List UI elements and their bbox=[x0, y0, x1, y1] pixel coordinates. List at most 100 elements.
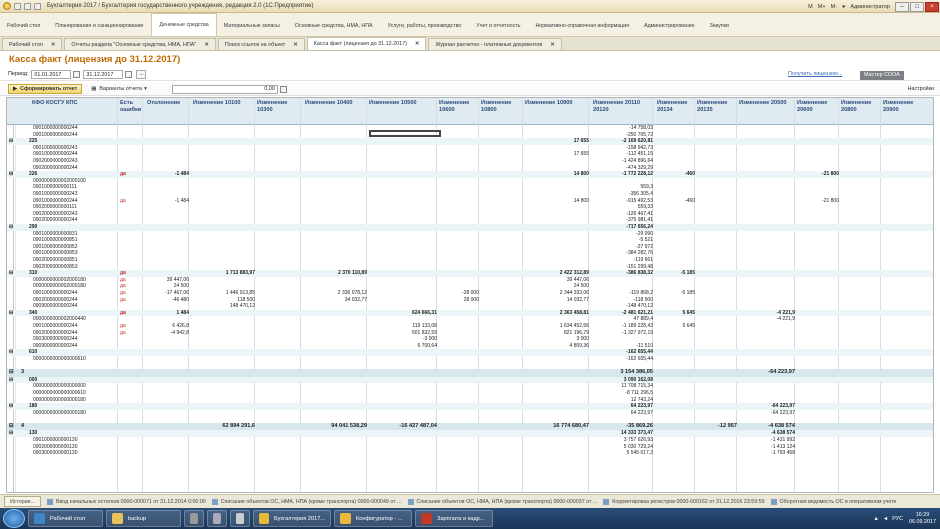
close-tab-icon[interactable]: ✕ bbox=[51, 42, 56, 48]
tab-cash-fact[interactable]: Касса факт (лицензия до 31.12.2017) ✕ bbox=[306, 37, 427, 50]
table-row[interactable]: 0903000000000244 -3 000 3 000 bbox=[7, 336, 933, 343]
collapse-toggle-icon[interactable]: ⊟ bbox=[9, 423, 14, 431]
group-row[interactable]: 000 3 090 162,08 ⊟ bbox=[7, 376, 933, 384]
table-row[interactable]: 0901000000000852 -27 972 bbox=[7, 244, 933, 251]
table-row[interactable]: 0000000000002000180 да 39 447,06 39 447,06 bbox=[7, 277, 933, 284]
selected-cell[interactable] bbox=[369, 130, 441, 137]
close-tab-icon[interactable]: ✕ bbox=[293, 42, 298, 48]
group-row[interactable]: 4 62 894 291,6 94 041 538,29 -16 427 487,04… bbox=[7, 422, 933, 431]
history-item[interactable]: Оборотная ведомость ОС в оперативном уче… bbox=[770, 498, 896, 505]
column-header[interactable]: Изменение 20600 bbox=[797, 100, 837, 113]
menu-purchases[interactable]: Закупки bbox=[703, 15, 737, 36]
column-header[interactable]: КФО КОСГУ КПС bbox=[32, 100, 102, 107]
taskbar-item[interactable] bbox=[230, 510, 250, 527]
group-row[interactable]: 340 да 1 484 624 666,31 2 363 458,81 -2 481 6… bbox=[7, 309, 933, 317]
table-row[interactable]: 0902000000000244 -474 329,29 bbox=[7, 165, 933, 172]
maximize-button[interactable]: □ bbox=[910, 1, 924, 12]
collapse-toggle-icon[interactable]: ⊟ bbox=[9, 369, 14, 377]
menu-accounting[interactable]: Учет и отчетность bbox=[469, 15, 528, 36]
collapse-toggle-icon[interactable]: ⊟ bbox=[9, 138, 13, 145]
taskbar-item[interactable] bbox=[184, 510, 204, 527]
volume-icon[interactable]: ◄ bbox=[883, 516, 888, 522]
table-row[interactable]: 0902000000000243 -126 467,41 bbox=[7, 211, 933, 218]
table-row[interactable]: 0909000000000244 6 700,64 4 809,36 -11 510 bbox=[7, 343, 933, 350]
table-row[interactable] bbox=[7, 363, 933, 370]
collapse-toggle-icon[interactable]: ⊟ bbox=[9, 403, 13, 410]
app-logo-icon[interactable] bbox=[3, 2, 11, 10]
table-row[interactable]: 0901000000000244 да -1 484 14 800 -915 492,5… bbox=[7, 198, 933, 205]
group-row[interactable]: 310 да 1 713 883,97 2 370 110,89 2 422 312,8… bbox=[7, 270, 933, 277]
table-row[interactable]: 0909000000000244 148 470,12 -148 470,12 bbox=[7, 303, 933, 310]
column-header[interactable]: Изменение 10600 bbox=[439, 100, 477, 113]
taskbar-item[interactable]: Бухгалтерия 2017... bbox=[253, 510, 331, 527]
history-item[interactable]: Корректировка регистров 0000-000162 от 3… bbox=[603, 498, 765, 505]
table-row[interactable]: 0901000000000244 да 6 426,8 119 133,08 1 634… bbox=[7, 323, 933, 330]
table-row[interactable]: 0000000000000000610 -8 711 296,5 bbox=[7, 390, 933, 397]
forward-icon[interactable] bbox=[24, 2, 31, 10]
column-header[interactable]: Изменение 10400 bbox=[305, 100, 365, 107]
user-name[interactable]: Администратор bbox=[850, 4, 890, 10]
column-header[interactable]: Изменение 20500 bbox=[739, 100, 793, 107]
table-row[interactable]: 0901000000000831 -29 090 bbox=[7, 231, 933, 238]
column-header[interactable]: Изменение 10500 bbox=[369, 100, 437, 107]
column-header[interactable]: Изменение 10100 bbox=[193, 100, 253, 107]
history-item[interactable]: Списание объектов ОС, НМА, НПА (кроме тр… bbox=[407, 498, 597, 505]
group-row[interactable]: 180 64 223,97 -64 223,97 ⊟ bbox=[7, 403, 933, 410]
collapse-toggle-icon[interactable]: ⊟ bbox=[9, 430, 13, 437]
table-row[interactable]: 0901000000000244 17 655 -112 451,15 bbox=[7, 151, 933, 158]
table-row[interactable]: 0902000000000244 да -4 942,8 501 832,59 821 … bbox=[7, 330, 933, 337]
collapse-toggle-icon[interactable]: ⊟ bbox=[9, 377, 13, 384]
generate-report-button[interactable]: ▶ Сформировать отчет bbox=[8, 84, 83, 94]
taskbar-item[interactable] bbox=[207, 510, 227, 527]
taskbar-item[interactable]: backup bbox=[106, 510, 181, 527]
period-select-button[interactable]: ... bbox=[136, 69, 147, 79]
table-row[interactable]: 0902000000000244 -375 981,41 bbox=[7, 217, 933, 224]
close-tab-icon[interactable]: ✕ bbox=[415, 41, 420, 47]
memory-sub-icon[interactable]: M- bbox=[831, 4, 837, 10]
table-row[interactable]: 0902000000000244 да -46 480 118 500 34 032,7… bbox=[7, 297, 933, 304]
column-header[interactable]: Изменение 20135 bbox=[697, 100, 733, 113]
menu-desktop[interactable]: Рабочий стол bbox=[0, 15, 48, 36]
menu-reference[interactable]: Нормативно-справочная информация bbox=[528, 15, 637, 36]
taskbar-item[interactable]: Конфигуратор - ... bbox=[334, 510, 412, 527]
column-header[interactable]: Изменение 10800 bbox=[481, 100, 519, 113]
home-icon[interactable] bbox=[34, 2, 41, 10]
menu-planning[interactable]: Планирование и санкционирование bbox=[48, 15, 151, 36]
table-row[interactable]: 0901000000000243 -356 305,4 bbox=[7, 191, 933, 198]
back-icon[interactable] bbox=[14, 2, 21, 10]
table-row[interactable]: 0901000000000853 -384 282,76 bbox=[7, 250, 933, 257]
table-row[interactable] bbox=[7, 416, 933, 423]
table-row[interactable]: 0901000000000244 -14 758,03 bbox=[7, 125, 933, 132]
column-header[interactable]: Изменение 20110 20120 bbox=[593, 100, 643, 113]
menu-cash[interactable]: Денежные средства bbox=[151, 13, 217, 36]
taskbar-item[interactable]: Зарплата и кадр... bbox=[415, 510, 493, 527]
date-from-input[interactable]: 01.01.2017 bbox=[31, 69, 72, 79]
table-row[interactable]: 0000000000000000180 12 743,24 bbox=[7, 397, 933, 404]
table-row[interactable]: 0902000000000130 5 030 729,24 -1 413 124 bbox=[7, 444, 933, 451]
table-row[interactable]: 0000000000002000440 47 889,4 -4 221,9 bbox=[7, 316, 933, 323]
column-header[interactable]: Изменение 20800 bbox=[841, 100, 881, 113]
date-to-input[interactable]: 31.12.2017 bbox=[83, 69, 124, 79]
table-row[interactable]: 0901000000000244 да -17 467,06 1 446 913,85… bbox=[7, 290, 933, 297]
table-row[interactable]: 0901000000000111 559,3 bbox=[7, 184, 933, 191]
column-header[interactable]: Изменение 20134 bbox=[657, 100, 693, 113]
table-row[interactable]: 0901000000000851 -5 521 bbox=[7, 237, 933, 244]
table-row[interactable]: 0000000000000000180 64 223,97 -64 223,97 bbox=[7, 410, 933, 417]
menu-materials[interactable]: Материальные запасы bbox=[217, 15, 288, 36]
close-tab-icon[interactable]: ✕ bbox=[550, 42, 555, 48]
table-row[interactable]: 0902000000000243 -1 424 896,64 bbox=[7, 158, 933, 165]
calendar-icon[interactable] bbox=[73, 70, 81, 78]
tab-reports[interactable]: Отчеты раздела "Основные средства, НМА, … bbox=[64, 38, 216, 50]
group-row[interactable]: 225 17 655 -2 169 620,81 ⊟ bbox=[7, 138, 933, 145]
menu-admin[interactable]: Администрирование bbox=[637, 15, 703, 36]
settings-link[interactable]: Настройки bbox=[908, 86, 934, 92]
network-icon[interactable]: ▲ bbox=[874, 516, 879, 522]
table-row[interactable]: 0000000000002000100 bbox=[7, 178, 933, 185]
obtain-license-link[interactable]: Получить лицензию... bbox=[788, 71, 842, 77]
tab-payment-journal[interactable]: Журнал расчетно - платежных документов ✕ bbox=[428, 38, 562, 50]
clock[interactable]: 16:29 06.09.2017 bbox=[909, 512, 936, 526]
group-row[interactable]: 226 да -1 484 14 800 -1 772 228,12 -460 -21 80… bbox=[7, 171, 933, 178]
table-row[interactable]: 0901000000000244 -250 705,72 bbox=[7, 132, 933, 139]
history-button[interactable]: История... bbox=[4, 496, 41, 507]
collapse-toggle-icon[interactable]: ⊟ bbox=[9, 349, 13, 356]
